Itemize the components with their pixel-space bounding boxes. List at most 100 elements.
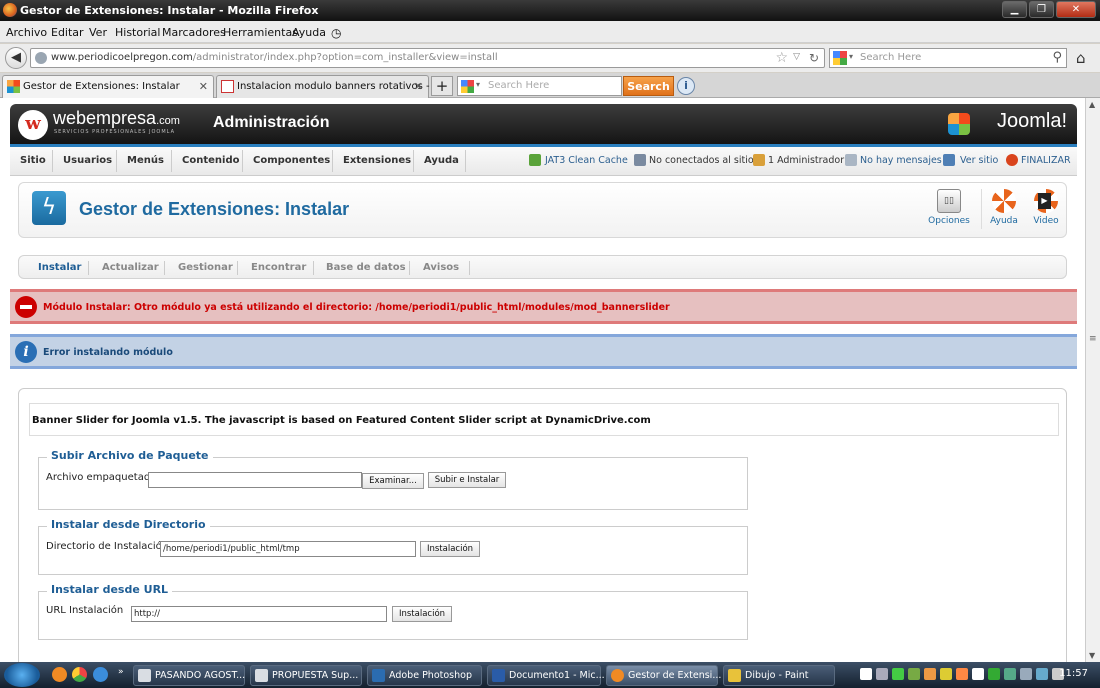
tray-app-icon[interactable]	[956, 668, 968, 680]
firefox-icon	[3, 3, 17, 17]
vertical-scrollbar[interactable]: ▲ ≡ ▼	[1085, 98, 1100, 662]
video-button[interactable]: ▶ Video	[1029, 189, 1063, 226]
quicklaunch-more-icon[interactable]: »	[118, 667, 124, 677]
quicklaunch-chrome-icon[interactable]	[72, 667, 87, 682]
taskbar-photoshop[interactable]: Adobe Photoshop	[367, 665, 482, 686]
home-icon[interactable]: ⌂	[1076, 49, 1086, 67]
install-url-fieldset: Instalar desde URL URL Instalación http:…	[38, 583, 748, 640]
menu-menus[interactable]: Menús	[127, 155, 164, 166]
search-engine-icon[interactable]	[833, 51, 847, 65]
quicklaunch-ie-icon[interactable]	[93, 667, 108, 682]
menu-contenido[interactable]: Contenido	[182, 155, 239, 166]
tab-instalacion-modulo[interactable]: Instalacion modulo banners rotativos - H…	[216, 75, 450, 98]
menu-ver[interactable]: Ver	[89, 26, 107, 39]
connected-status: No conectados al sitio	[649, 155, 754, 166]
taskbar-pasando-agosto[interactable]: PASANDO AGOST...	[133, 665, 245, 686]
scroll-up-icon[interactable]: ▲	[1089, 100, 1095, 109]
menu-editar[interactable]: Editar	[51, 26, 84, 39]
scroll-thumb[interactable]: ≡	[1089, 334, 1097, 344]
taskbar-paint[interactable]: Dibujo - Paint	[723, 665, 835, 686]
menu-extensiones[interactable]: Extensiones	[343, 155, 411, 166]
menu-sitio[interactable]: Sitio	[20, 155, 46, 166]
network-icon[interactable]	[876, 668, 888, 680]
taskbar-propuesta[interactable]: PROPUESTA Sup...	[250, 665, 362, 686]
menu-ayuda-joomla[interactable]: Ayuda	[424, 155, 459, 166]
menu-ayuda[interactable]: Ayuda	[292, 26, 326, 39]
reload-icon[interactable]: ↻	[809, 51, 819, 65]
menu-herramientas[interactable]: Herramientas	[223, 26, 298, 39]
tray-app-icon[interactable]	[940, 668, 952, 680]
submenu-avisos[interactable]: Avisos	[423, 262, 459, 273]
language-icon[interactable]	[860, 668, 872, 680]
url-dropdown-icon[interactable]: ▽	[793, 52, 800, 62]
browser-search-bar[interactable]: ▾ Search Here ⚲	[829, 48, 1067, 68]
clock-icon[interactable]: ◷	[331, 26, 341, 40]
start-button[interactable]	[4, 663, 40, 687]
video-icon: ▶	[1034, 189, 1058, 213]
menu-componentes[interactable]: Componentes	[253, 155, 330, 166]
close-window-button[interactable]: ✕	[1056, 1, 1096, 18]
new-tab-button[interactable]: +	[431, 76, 453, 96]
search-engine-dropdown-icon[interactable]: ▾	[849, 52, 853, 61]
maximize-button[interactable]: ❐	[1029, 1, 1054, 18]
window-titlebar: Gestor de Extensiones: Instalar - Mozill…	[0, 0, 1100, 21]
upload-install-button[interactable]: Subir e Instalar	[428, 472, 506, 488]
signal-icon[interactable]	[892, 668, 904, 680]
install-url-input[interactable]: http://	[131, 606, 387, 622]
back-button[interactable]: ◀	[5, 47, 27, 69]
install-directory-legend: Instalar desde Directorio	[47, 518, 210, 531]
quicklaunch-firefox-icon[interactable]	[52, 667, 67, 682]
menu-marcadores[interactable]: Marcadores	[162, 26, 226, 39]
package-file-input[interactable]	[148, 472, 362, 488]
menu-usuarios[interactable]: Usuarios	[63, 155, 112, 166]
tab-gestor-extensiones[interactable]: Gestor de Extensiones: Instalar ✕	[2, 75, 214, 98]
tray-app-icon[interactable]	[972, 668, 984, 680]
info-icon[interactable]: i	[677, 77, 695, 95]
search-icon[interactable]: ⚲	[1052, 50, 1062, 65]
search-engine-icon[interactable]	[461, 80, 474, 93]
taskbar-label: PROPUESTA Sup...	[272, 670, 359, 681]
tab-bar: Gestor de Extensiones: Instalar ✕ Instal…	[0, 73, 1100, 98]
view-site-link[interactable]: Ver sitio	[960, 155, 998, 166]
taskbar-clock[interactable]: 11:57	[1059, 668, 1088, 679]
scroll-down-icon[interactable]: ▼	[1089, 651, 1095, 660]
firefox-icon	[611, 669, 624, 682]
close-tab-icon[interactable]: ✕	[414, 80, 423, 93]
tray-app-icon[interactable]	[988, 668, 1000, 680]
install-directory-button[interactable]: Instalación	[420, 541, 480, 557]
tray-app-icon[interactable]	[908, 668, 920, 680]
submenu-actualizar[interactable]: Actualizar	[102, 262, 159, 273]
bookmark-star-icon[interactable]: ☆	[775, 50, 788, 66]
installer-submenu: Instalar Actualizar Gestionar Encontrar …	[18, 255, 1067, 279]
close-tab-icon[interactable]: ✕	[199, 80, 208, 93]
browse-button[interactable]: Examinar...	[362, 473, 424, 489]
volume-icon[interactable]	[1020, 668, 1032, 680]
tray-app-icon[interactable]	[1004, 668, 1016, 680]
menu-archivo[interactable]: Archivo	[6, 26, 47, 39]
install-directory-input[interactable]: /home/periodi1/public_html/tmp	[160, 541, 416, 557]
webempresa-logo[interactable]: webempresa.com	[53, 108, 180, 129]
search-engine-dropdown-icon[interactable]: ▾	[476, 80, 480, 89]
options-button[interactable]: ▯▯ Opciones	[927, 189, 971, 226]
info-message: Error instalando módulo	[43, 347, 173, 358]
submenu-base-de-datos[interactable]: Base de datos	[326, 262, 406, 273]
tray-app-icon[interactable]	[924, 668, 936, 680]
url-text[interactable]: www.periodicoelpregon.com/administrator/…	[51, 52, 498, 63]
url-bar[interactable]: www.periodicoelpregon.com/administrator/…	[30, 48, 825, 68]
logout-link[interactable]: FINALIZAR	[1021, 155, 1071, 166]
menu-historial[interactable]: Historial	[115, 26, 160, 39]
submenu-encontrar[interactable]: Encontrar	[251, 262, 306, 273]
messages-link[interactable]: No hay mensajes	[860, 155, 942, 166]
minimize-button[interactable]: ▁	[1002, 1, 1027, 18]
submenu-gestionar[interactable]: Gestionar	[178, 262, 233, 273]
taskbar-word-documento[interactable]: Documento1 - Mic...	[487, 665, 605, 686]
help-button[interactable]: Ayuda	[986, 189, 1022, 226]
tray-app-icon[interactable]	[1036, 668, 1048, 680]
clean-cache-link[interactable]: JAT3 Clean Cache	[545, 155, 628, 166]
toolbar-search-input[interactable]: ▾ Search Here	[457, 76, 622, 96]
taskbar-firefox-gestor[interactable]: Gestor de Extensi...	[606, 665, 721, 686]
submenu-instalar[interactable]: Instalar	[38, 262, 81, 273]
search-button[interactable]: Search	[623, 76, 674, 96]
extensions-lightning-icon: ϟ	[32, 191, 66, 225]
install-url-button[interactable]: Instalación	[392, 606, 452, 622]
